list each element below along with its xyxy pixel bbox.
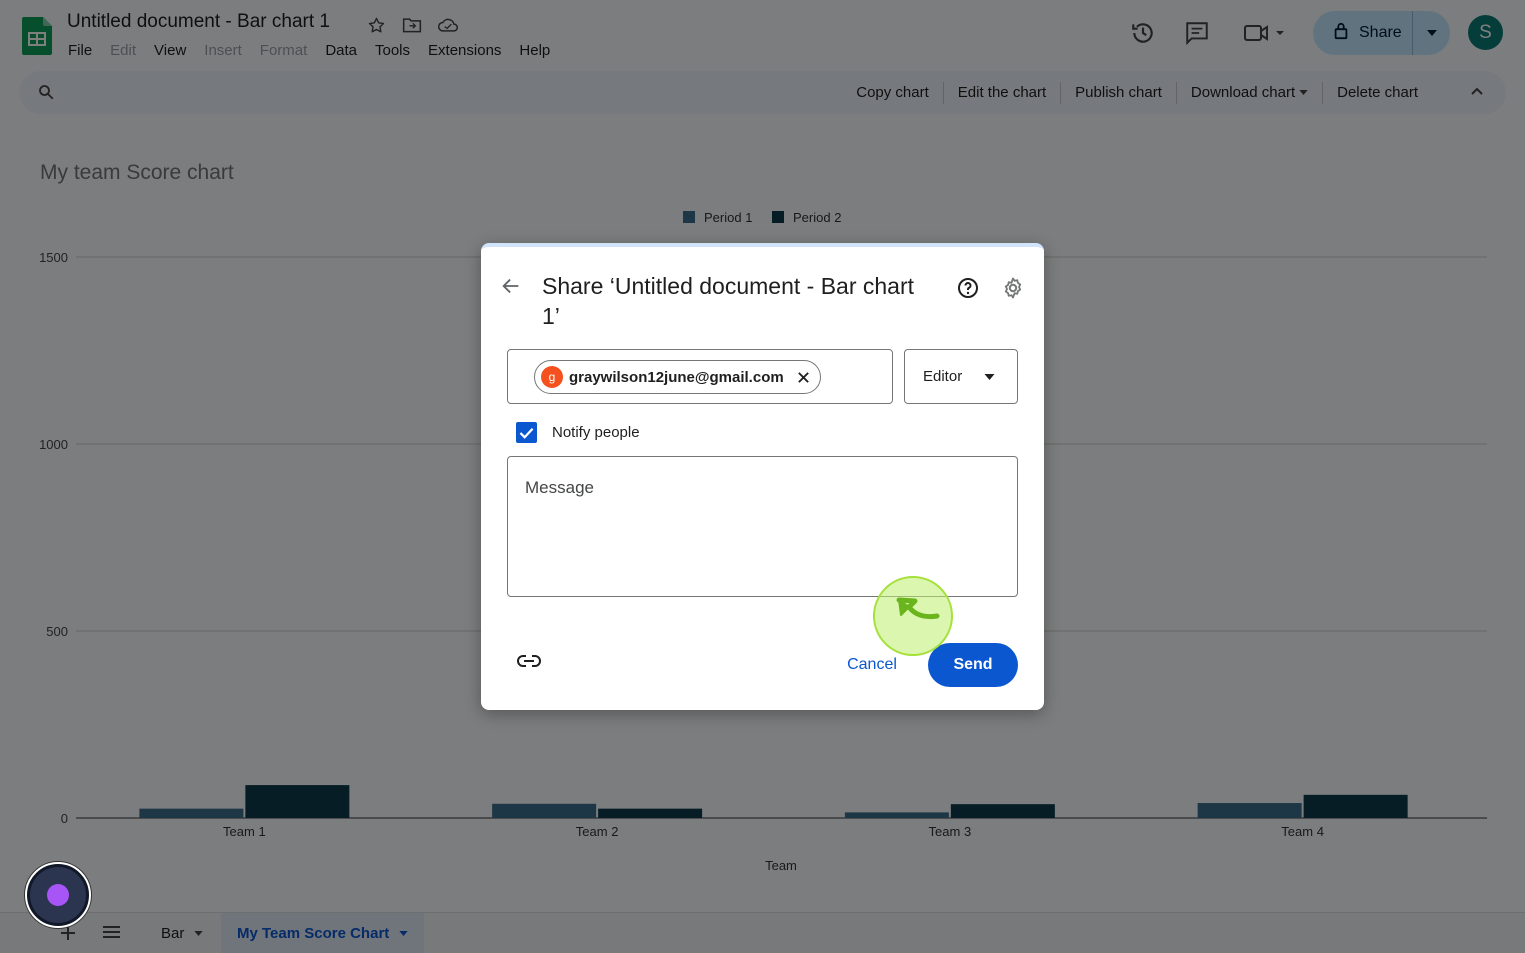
back-arrow-icon[interactable] [500, 275, 522, 302]
record-dot-icon [47, 884, 69, 906]
cursor-arrow-icon [896, 597, 940, 620]
notify-label: Notify people [552, 424, 640, 441]
send-button[interactable]: Send [928, 643, 1018, 687]
notify-checkbox[interactable] [516, 422, 537, 443]
help-icon[interactable] [956, 276, 980, 305]
notify-people-row: Notify people [516, 422, 640, 443]
message-textarea[interactable]: Message [507, 456, 1018, 597]
settings-gear-icon[interactable] [1001, 276, 1025, 305]
role-select[interactable]: Editor [904, 349, 1018, 404]
recipient-avatar: g [541, 366, 563, 388]
caret-down-icon [984, 373, 995, 380]
cursor-highlight [873, 576, 953, 656]
checkmark-icon [519, 427, 534, 439]
dialog-title: Share ‘Untitled document - Bar chart 1’ [542, 273, 915, 329]
remove-recipient-icon[interactable] [794, 367, 814, 387]
recipients-input[interactable]: g graywilson12june@gmail.com [507, 349, 893, 404]
copy-link-icon[interactable] [516, 653, 542, 674]
share-dialog: Share ‘Untitled document - Bar chart 1’ … [481, 243, 1044, 710]
role-value: Editor [923, 368, 963, 385]
screen-recorder-button[interactable] [25, 862, 91, 928]
recipient-chip[interactable]: g graywilson12june@gmail.com [534, 360, 821, 394]
recipient-email: graywilson12june@gmail.com [569, 368, 784, 386]
